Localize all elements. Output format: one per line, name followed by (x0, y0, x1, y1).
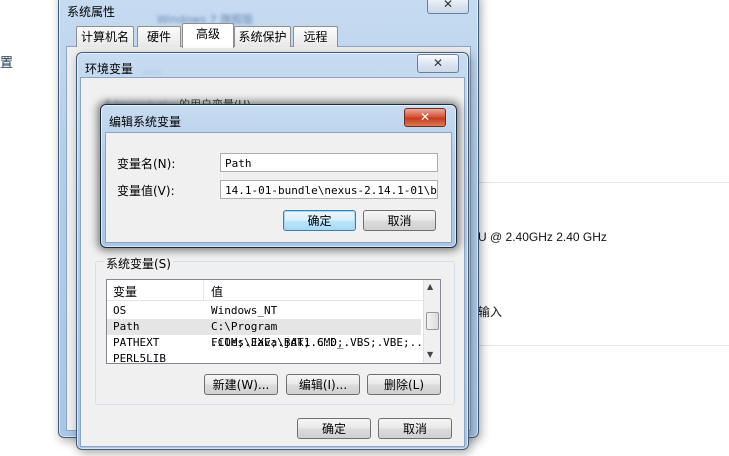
tab-advanced[interactable]: 高级 (182, 23, 234, 48)
divider (478, 182, 729, 183)
window-title: 系统属性 (67, 5, 116, 19)
edit-button[interactable]: 编辑(I)... (286, 374, 360, 395)
close-icon: ✕ (432, 56, 444, 70)
variable-value-label: 变量值(V): (117, 184, 175, 198)
var-value: Windows_NT (211, 304, 278, 317)
system-vars-list[interactable]: 变量 值 OS Windows_NT Path C:\Program Files… (106, 279, 441, 364)
table-row[interactable]: Path C:\Program Files\Java\jdk1.6.0_... (107, 319, 421, 349)
variable-name-label: 变量名(N): (117, 157, 176, 171)
ok-button[interactable]: 确定 (297, 418, 371, 439)
cancel-button[interactable]: 取消 (363, 210, 436, 231)
variable-value-input[interactable]: 14.1-01-bundle\nexus-2.14.1-01\bin; (220, 180, 438, 199)
scroll-thumb[interactable] (426, 312, 439, 330)
table-row[interactable]: OS Windows_NT (107, 303, 421, 319)
tab-remote[interactable]: 远程 (293, 26, 338, 47)
var-name: Path (113, 320, 140, 333)
cancel-button[interactable]: 取消 (378, 418, 452, 439)
tab-computer-name[interactable]: 计算机名 (76, 26, 134, 47)
background-label: 置 (0, 56, 14, 71)
ok-button[interactable]: 确定 (283, 210, 356, 231)
delete-button[interactable]: 删除(L) (367, 374, 441, 395)
ime-text: 输入 (478, 305, 503, 319)
dialog-title: 编辑系统变量 (109, 115, 182, 129)
close-icon: ✕ (442, 0, 454, 11)
tab-system-protection[interactable]: 系统保护 (234, 26, 291, 47)
close-icon: ✕ (419, 110, 431, 124)
column-header-value[interactable]: 值 (211, 283, 223, 300)
column-divider[interactable] (203, 280, 204, 300)
list-header: 变量 值 (107, 280, 423, 301)
table-row[interactable]: PERL5LIB (107, 351, 421, 364)
tab-hardware[interactable]: 硬件 (137, 26, 181, 47)
var-value: .COM;.EXE;.BAT;.CMD;.VBS;.VBE;.... (211, 336, 437, 349)
scroll-down-icon[interactable]: ▼ (427, 350, 433, 359)
divider (478, 345, 729, 346)
close-button[interactable]: ✕ (417, 54, 459, 73)
var-name: PERL5LIB (113, 352, 166, 364)
vertical-scrollbar[interactable]: ▲ ▼ (423, 280, 440, 363)
var-name: OS (113, 304, 127, 317)
close-button[interactable]: ✕ (404, 108, 446, 127)
variable-name-input[interactable]: Path (220, 153, 438, 172)
table-row[interactable]: PATHEXT .COM;.EXE;.BAT;.CMD;.VBS;.VBE;..… (107, 335, 436, 351)
scroll-up-icon[interactable]: ▲ (427, 282, 433, 291)
blurred-text: ...... (143, 65, 163, 76)
window-title: 环境变量 (85, 62, 134, 76)
cpu-info-text: U @ 2.40GHz 2.40 GHz (478, 230, 607, 244)
var-name: PATHEXT (113, 336, 160, 349)
new-button[interactable]: 新建(W)... (204, 374, 278, 395)
system-vars-caption: 系统变量(S) (104, 255, 173, 272)
close-button[interactable]: ✕ (427, 0, 469, 14)
edit-system-variable-dialog: 编辑系统变量 ✕ 变量名(N): Path 变量值(V): 14.1-01-bu… (100, 104, 457, 248)
column-header-variable[interactable]: 变量 (113, 283, 137, 300)
